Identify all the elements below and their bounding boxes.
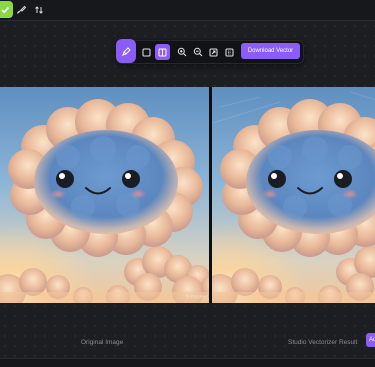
grid-icon (225, 48, 234, 56)
pen-tool-button[interactable] (116, 39, 136, 63)
fit-screen-icon (209, 48, 218, 56)
single-view-icon (142, 48, 151, 56)
pen-tool-icon (121, 46, 131, 56)
zoom-in-icon (177, 47, 186, 57)
grid-view-button[interactable] (222, 44, 237, 60)
original-image-panel[interactable]: ↻ FLUX·Al (0, 87, 209, 303)
view-toolbar: Download Vector (116, 39, 304, 64)
zoom-in-button[interactable] (174, 44, 189, 60)
top-toolbar (0, 0, 375, 21)
image-watermark: ↻ FLUX·Al (186, 294, 209, 299)
check-icon (0, 6, 9, 13)
download-vector-button[interactable]: Download Vector (241, 43, 300, 59)
fit-screen-button[interactable] (206, 44, 221, 60)
vectorizer-result-panel[interactable] (212, 87, 375, 303)
zoom-out-button[interactable] (190, 44, 205, 60)
brush-icon (17, 5, 27, 14)
zoom-out-icon (193, 47, 202, 57)
vectorized-cloud-image (212, 87, 375, 303)
split-view-icon (158, 48, 167, 56)
brush-button[interactable] (13, 1, 30, 18)
result-caption: Studio Vectorizer Result (288, 339, 358, 346)
action-button[interactable]: Ad (366, 333, 375, 347)
check-button[interactable] (0, 1, 13, 18)
single-view-button[interactable] (139, 44, 154, 60)
split-view-button[interactable] (155, 44, 170, 60)
original-cloud-image (0, 87, 209, 303)
sort-icon (34, 5, 43, 14)
original-image-caption: Original Image (81, 339, 124, 346)
sort-button[interactable] (30, 1, 47, 18)
